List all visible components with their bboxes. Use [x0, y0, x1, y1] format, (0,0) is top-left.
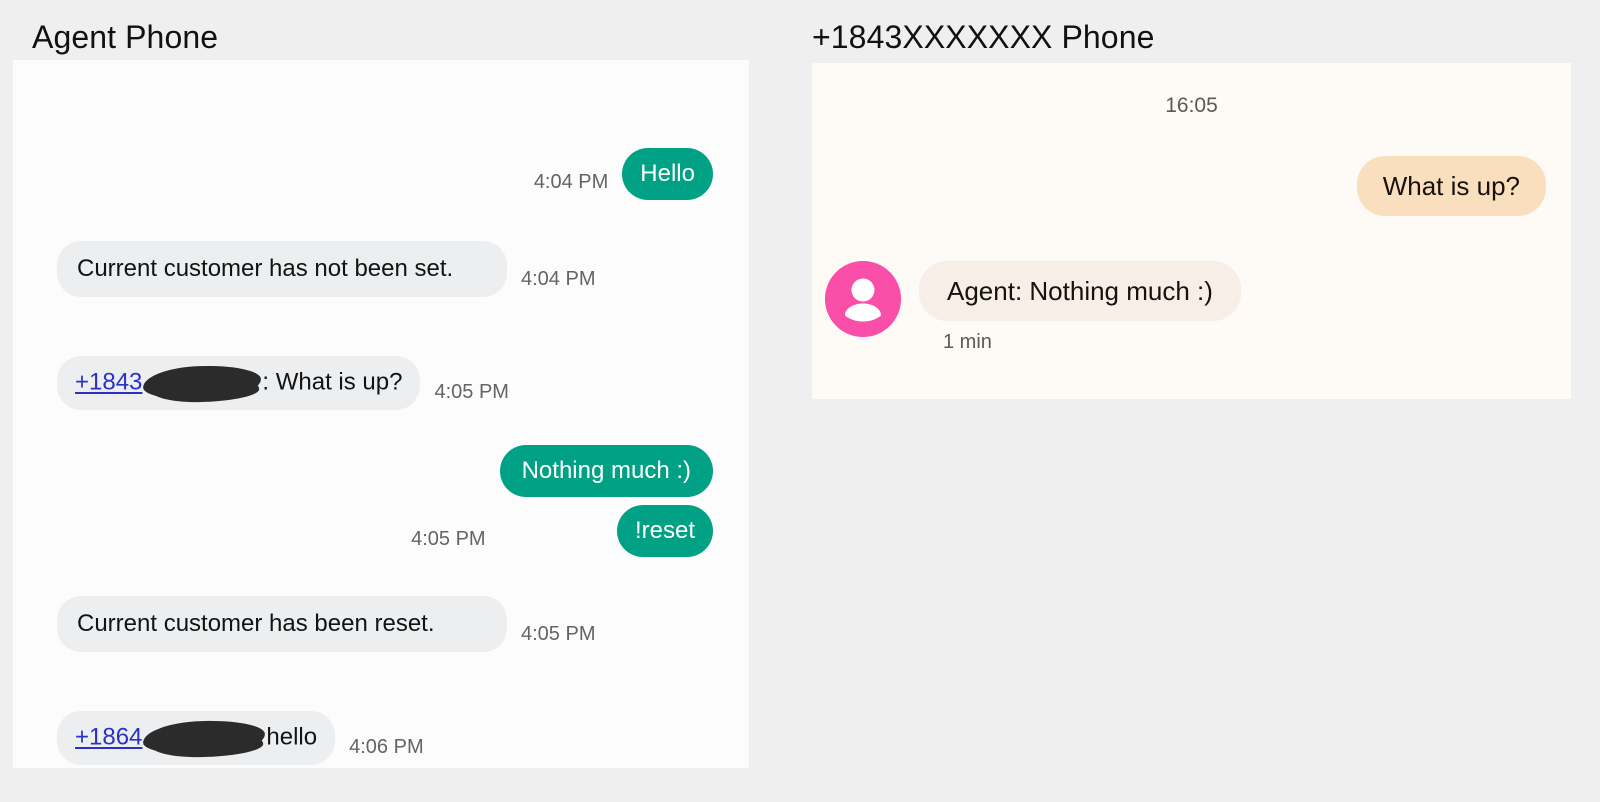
message-bubble-outgoing[interactable]: What is up? [1356, 156, 1546, 216]
client-phone-title: +1843XXXXXXX Phone [812, 19, 1155, 55]
message-row[interactable]: Current customer has not been set. 4:04 … [57, 241, 595, 297]
agent-phone-screen: 4:04 PM Hello Current customer has not b… [13, 60, 749, 768]
client-phone-screen: 16:05 What is up? Agent: Nothing much :)… [812, 63, 1571, 399]
bubble-stack: Nothing much :) !reset [499, 445, 713, 557]
person-icon [825, 261, 901, 337]
message-timestamp: 4:04 PM [533, 171, 609, 193]
message-row[interactable]: Agent: Nothing much :) 1 min [825, 261, 1241, 354]
phone-number-link[interactable]: +1843 [75, 368, 142, 395]
phone-number-link[interactable]: +1864 [75, 723, 142, 750]
message-bubble-incoming[interactable]: Agent: Nothing much :) [919, 261, 1241, 321]
message-row[interactable]: What is up? [1356, 156, 1546, 216]
message-bubble-outgoing[interactable]: !reset [616, 505, 713, 557]
incoming-message-column: Agent: Nothing much :) 1 min [919, 261, 1241, 354]
message-row[interactable]: +1843 : What is up? 4:05 PM [57, 356, 509, 410]
message-bubble-outgoing[interactable]: Hello [622, 148, 713, 200]
message-bubble-outgoing[interactable]: Nothing much :) [499, 445, 713, 497]
agent-phone-title: Agent Phone [32, 19, 219, 55]
message-bubble-incoming[interactable]: +1843 : What is up? [57, 356, 421, 410]
message-text: hello [266, 723, 318, 751]
conversation-daystamp: 16:05 [1165, 94, 1218, 117]
message-row[interactable]: +1864 hello 4:06 PM [57, 711, 424, 765]
screenshot-root: Agent Phone 4:04 PM Hello Current custom… [0, 0, 1600, 802]
redaction-mark [142, 718, 266, 758]
message-timestamp: 4:06 PM [349, 736, 424, 758]
agent-message-thread[interactable]: 4:04 PM Hello Current customer has not b… [13, 60, 749, 768]
message-timestamp: 4:05 PM [434, 381, 509, 403]
message-row-group[interactable]: 4:05 PM Nothing much :) !reset [411, 445, 713, 557]
message-relative-time: 1 min [943, 331, 992, 353]
message-timestamp: 4:05 PM [411, 528, 486, 550]
message-bubble-incoming[interactable]: Current customer has been reset. [57, 596, 507, 652]
message-bubble-incoming[interactable]: +1864 hello [57, 711, 336, 765]
message-row[interactable]: 4:04 PM Hello [534, 148, 713, 200]
message-timestamp: 4:04 PM [521, 268, 596, 290]
message-bubble-incoming[interactable]: Current customer has not been set. [57, 241, 507, 297]
message-text: : What is up? [262, 368, 403, 396]
message-row[interactable]: Current customer has been reset. 4:05 PM [57, 596, 595, 652]
message-timestamp: 4:05 PM [521, 623, 596, 645]
redaction-mark [142, 363, 262, 403]
